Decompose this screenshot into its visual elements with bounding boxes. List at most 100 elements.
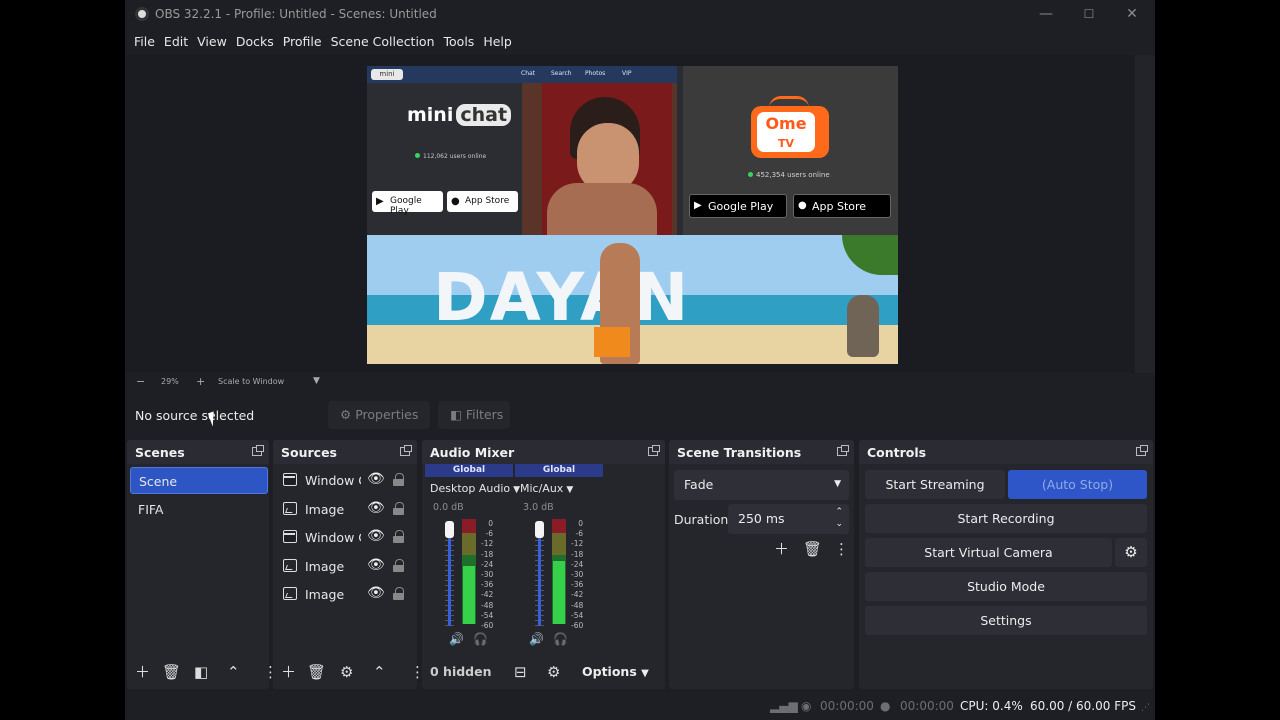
preview-area[interactable]: mini Chat Search Photos VIP mini chat 112… [125,55,1135,373]
menu-view[interactable]: View [193,29,231,55]
source-item[interactable]: Image 👁 [281,581,415,607]
lock-icon[interactable] [393,502,404,515]
online-dot-icon [748,172,753,177]
auto-stop-button[interactable]: (Auto Stop) [1008,470,1147,499]
channel-name-select[interactable]: Desktop Audio ▼ [430,482,520,495]
status-bar: ▂▄▆ ◉ 00:00:00 ● 00:00:00 CPU: 0.4% 60.0… [125,693,1155,720]
global-label: Global [515,464,603,477]
lock-icon[interactable] [393,559,404,572]
undock-icon[interactable] [400,445,412,456]
close-button[interactable]: ✕ [1117,4,1147,24]
undock-icon[interactable] [837,445,849,456]
minichat-nav-search: Search [551,70,572,77]
title-bar: OBS 32.2.1 - Profile: Untitled - Scenes:… [125,0,1155,29]
spin-arrows-icon: ⌃ ⌄ [835,507,843,529]
add-transition-icon[interactable]: ＋ [774,540,789,558]
visibility-eye-icon[interactable]: 👁 [367,528,385,544]
remove-transition-icon[interactable]: 🗑 [803,540,822,558]
minichat-google-play-badge: ▶ Google Play [372,191,443,216]
add-source-icon[interactable]: ＋ [281,663,296,681]
undock-icon[interactable] [1136,445,1148,456]
studio-mode-button[interactable]: Studio Mode [865,572,1147,601]
volume-knob[interactable] [535,521,544,538]
advanced-audio-gear-icon[interactable]: ⚙ [547,663,560,681]
transition-more-icon[interactable]: ⋮ [834,540,849,558]
menu-bar: File Edit View Docks Profile Scene Collection… [125,29,1155,55]
source-item[interactable]: Image 👁 [281,553,415,579]
maximize-button[interactable]: ☐ [1074,4,1104,24]
move-up-icon[interactable]: ⌃ [373,663,386,681]
stream-status-icon: ◉ [801,699,812,713]
lock-icon[interactable] [393,530,404,543]
transition-select[interactable]: Fade ▼ [674,470,849,500]
visibility-eye-icon[interactable]: 👁 [367,585,385,601]
source-item[interactable]: Image 👁 [281,496,415,522]
resize-grip-icon[interactable]: ⋰ [1141,703,1150,713]
zoom-in-button[interactable]: + [196,375,205,388]
mute-speaker-icon[interactable]: 🔊 [449,632,464,646]
fps-readout: 60.00 / 60.00 FPS [1030,699,1136,713]
filters-button[interactable]: ◧ Filters [438,401,510,429]
lock-icon[interactable] [393,473,404,486]
hidden-count[interactable]: 0 hidden [430,664,492,679]
undock-icon[interactable] [252,445,264,456]
obs-logo-icon [135,7,149,21]
record-status-icon: ● [880,699,891,713]
start-virtual-camera-button[interactable]: Start Virtual Camera [865,538,1112,567]
sources-dock: Sources Window Capture 👁 Image 👁 Window … [273,440,425,689]
scale-mode-select[interactable]: Scale to Window [218,377,284,386]
start-streaming-button[interactable]: Start Streaming [865,470,1005,499]
meter-scale: 0 -6 -12 -18 -24 -30 -36 -42 -48 -54 -60 [571,519,584,631]
layout-toggle-icon[interactable]: ⊟ [514,663,527,681]
channel-name-select[interactable]: Mic/Aux ▼ [520,482,573,495]
menu-file[interactable]: File [130,29,159,55]
scene-item-fifa[interactable]: FIFA [130,496,268,523]
zoom-bar: − 29% + Scale to Window ▼ [125,373,1155,391]
visibility-eye-icon[interactable]: 👁 [367,500,385,516]
visibility-eye-icon[interactable]: 👁 [367,557,385,573]
preview-canvas[interactable]: mini Chat Search Photos VIP mini chat 112… [367,66,898,364]
play-icon: ▶ [694,200,702,211]
duration-label: Duration [674,512,729,527]
undock-icon[interactable] [648,445,660,456]
meter-scale: 0 -6 -12 -18 -24 -30 -36 -42 -48 -54 -60 [481,519,494,631]
properties-button[interactable]: ⚙ Properties [328,401,430,429]
no-source-label: No source selected [135,408,255,423]
monitor-headphones-icon[interactable]: 🎧 [553,632,568,646]
menu-profile[interactable]: Profile [279,29,326,55]
ometv-app-store-badge: ● App Store [793,194,891,218]
menu-docks[interactable]: Docks [232,29,278,55]
mute-speaker-icon[interactable]: 🔊 [529,632,544,646]
duration-spinbox[interactable]: 250 ms ⌃ ⌄ [728,504,849,534]
source-properties-gear-icon[interactable]: ⚙ [340,663,353,681]
audio-mixer-title: Audio Mixer [430,445,515,460]
lock-icon[interactable] [393,587,404,600]
monitor-headphones-icon[interactable]: 🎧 [473,632,488,646]
options-button[interactable]: Options ▼ [582,664,649,679]
minichat-small-logo: mini [371,69,403,80]
menu-tools[interactable]: Tools [440,29,479,55]
remove-source-icon[interactable]: 🗑 [307,663,326,681]
source-item[interactable]: Window Capture 👁 [281,524,415,550]
settings-button[interactable]: Settings [865,606,1147,635]
virtual-camera-settings-gear-icon[interactable]: ⚙ [1115,538,1147,567]
minimize-button[interactable]: — [1031,4,1061,24]
preview-vertical-scrollbar[interactable] [1135,55,1155,373]
stream-time: 00:00:00 [820,699,874,713]
start-recording-button[interactable]: Start Recording [865,504,1147,533]
menu-edit[interactable]: Edit [160,29,192,55]
scene-filters-icon[interactable]: ◧ [194,663,208,681]
zoom-level: 29% [161,377,179,386]
chevron-down-icon[interactable]: ▼ [313,376,320,386]
move-up-icon[interactable]: ⌃ [227,663,240,681]
source-item[interactable]: Window Capture 👁 [281,467,415,493]
zoom-out-button[interactable]: − [136,375,145,388]
visibility-eye-icon[interactable]: 👁 [367,471,385,487]
remove-scene-icon[interactable]: 🗑 [162,663,181,681]
add-scene-icon[interactable]: ＋ [135,663,150,681]
volume-knob[interactable] [445,521,454,538]
menu-scene-collection[interactable]: Scene Collection [327,29,439,55]
dayan-banner-image: DAYAN [367,235,898,364]
scene-item-scene[interactable]: Scene [130,467,268,494]
menu-help[interactable]: Help [479,29,516,55]
